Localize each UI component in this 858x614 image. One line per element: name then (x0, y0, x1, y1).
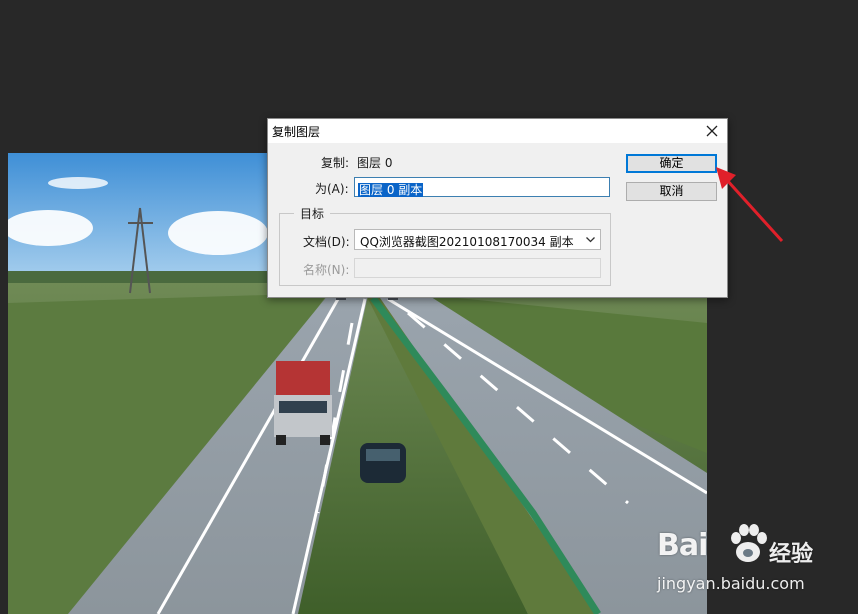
as-name-input[interactable]: 图层 0 副本 (354, 177, 610, 197)
name-input[interactable] (354, 258, 601, 278)
document-select-value: QQ浏览器截图20210108170034 副本 (360, 235, 574, 249)
ok-button[interactable]: 确定 (626, 154, 717, 173)
target-legend: 目标 (294, 205, 331, 222)
document-select[interactable]: QQ浏览器截图20210108170034 副本 (354, 229, 601, 250)
workspace: 复制图层 复制: 图层 0 为(A): 图层 0 副本 目标 文档(D): QQ… (0, 0, 858, 614)
baidu-paw-icon (731, 524, 767, 562)
duplicate-layer-dialog: 复制图层 复制: 图层 0 为(A): 图层 0 副本 目标 文档(D): QQ… (267, 118, 728, 298)
close-button[interactable] (699, 119, 725, 143)
dialog-titlebar[interactable]: 复制图层 (268, 119, 727, 143)
watermark-brand-right: 经验 (769, 542, 814, 567)
as-name-value: 图层 0 副本 (358, 183, 424, 197)
red-arrow-icon (716, 167, 784, 243)
document-label: 文档(D): (303, 235, 350, 249)
cancel-button[interactable]: 取消 (626, 182, 717, 201)
name-label: 名称(N): (303, 263, 350, 277)
copy-value: 图层 0 (357, 156, 393, 170)
as-label: 为(A): (315, 182, 349, 196)
baidu-watermark: Bai 经验 jingyan.baidu.com (655, 520, 855, 600)
chevron-down-icon (586, 237, 595, 243)
dialog-title: 复制图层 (272, 125, 321, 139)
close-icon (706, 125, 718, 137)
watermark-url: jingyan.baidu.com (657, 574, 805, 593)
watermark-brand-left: Bai (657, 528, 708, 563)
copy-label: 复制: (321, 156, 350, 170)
